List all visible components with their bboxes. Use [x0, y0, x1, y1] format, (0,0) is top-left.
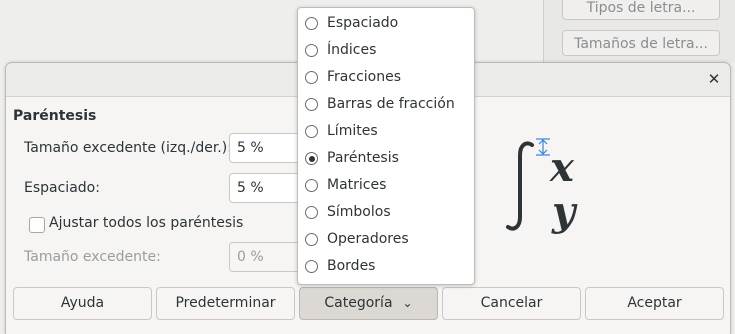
preview-image: x y [506, 138, 578, 235]
menu-item-espaciado[interactable]: Espaciado [298, 12, 474, 39]
menu-item-matrices[interactable]: Matrices [298, 174, 474, 201]
menu-item-operadores[interactable]: Operadores [298, 228, 474, 255]
ok-button[interactable]: Aceptar [585, 287, 724, 320]
background-elements-panel: Tipos de letra... Tamaños de letra... [543, 0, 735, 62]
menu-item-label: Paréntesis [327, 150, 399, 166]
excess-size-label: Tamaño excedente: [24, 249, 161, 265]
menu-item-indices[interactable]: Índices [298, 39, 474, 66]
menu-item-bordes[interactable]: Bordes [298, 255, 474, 282]
radio-icon [305, 98, 318, 111]
menu-item-simbolos[interactable]: Símbolos [298, 201, 474, 228]
menu-item-fracciones[interactable]: Fracciones [298, 66, 474, 93]
radio-icon [305, 17, 318, 30]
preview-arrow-icon [536, 138, 550, 156]
chevron-down-icon: ⌄ [402, 296, 413, 310]
menu-item-label: Índices [327, 42, 377, 58]
menu-item-parentesis[interactable]: Paréntesis [298, 147, 474, 174]
category-button[interactable]: Categoría ⌄ [299, 287, 438, 320]
help-button[interactable]: Ayuda [13, 287, 152, 320]
radio-icon [305, 233, 318, 246]
menu-item-label: Espaciado [327, 15, 399, 31]
menu-item-label: Fracciones [327, 69, 401, 85]
radio-icon [305, 44, 318, 57]
menu-item-label: Bordes [327, 258, 376, 274]
font-types-button: Tipos de letra... [562, 0, 720, 20]
menu-item-label: Límites [327, 123, 378, 139]
close-icon[interactable]: ✕ [704, 69, 724, 89]
scale-all-label: Ajustar todos los paréntesis [49, 215, 244, 231]
preview-x: x [549, 144, 575, 191]
radio-icon [305, 206, 318, 219]
radio-icon [305, 71, 318, 84]
font-sizes-button: Tamaños de letra... [562, 30, 720, 56]
integral-sign-icon [506, 141, 534, 231]
radio-icon [305, 125, 318, 138]
radio-icon [305, 260, 318, 273]
menu-item-barras-de-fraccion[interactable]: Barras de fracción [298, 93, 474, 120]
section-title: Paréntesis [13, 108, 97, 124]
default-button[interactable]: Predeterminar [156, 287, 295, 320]
preview-y: y [551, 188, 578, 235]
excess-size-lr-label: Tamaño excedente (izq./der.): [24, 140, 232, 156]
menu-item-label: Barras de fracción [327, 96, 455, 112]
menu-item-label: Matrices [327, 177, 387, 193]
scale-all-checkbox[interactable] [29, 217, 45, 233]
menu-item-label: Símbolos [327, 204, 391, 220]
spacing-label: Espaciado: [24, 180, 100, 196]
category-menu: Espaciado Índices Fracciones Barras de f… [297, 7, 475, 285]
menu-item-limites[interactable]: Límites [298, 120, 474, 147]
cancel-button[interactable]: Cancelar [442, 287, 581, 320]
menu-item-label: Operadores [327, 231, 409, 247]
radio-icon [305, 179, 318, 192]
radio-checked-icon [305, 152, 318, 165]
category-button-label: Categoría [324, 295, 393, 311]
